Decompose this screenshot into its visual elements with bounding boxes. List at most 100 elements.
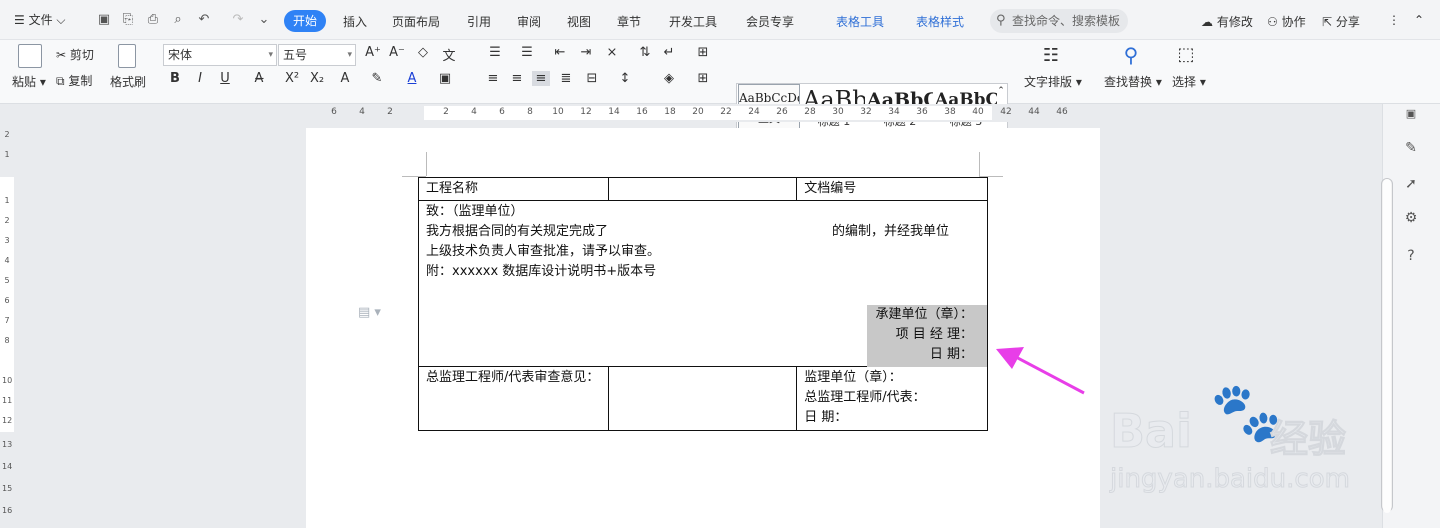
redo-icon[interactable]: ↷ <box>230 12 246 28</box>
vertical-scrollbar[interactable] <box>1381 178 1393 513</box>
shading-icon[interactable]: ◈ <box>660 71 678 86</box>
format-painter-button[interactable]: 格式刷 <box>110 73 146 90</box>
find-replace-button[interactable]: 查找替换 ▾ <box>1104 73 1162 90</box>
subscript-icon[interactable]: X₂ <box>308 71 326 86</box>
bold-icon[interactable]: B <box>166 71 184 86</box>
underline-icon[interactable]: U <box>216 71 234 86</box>
pen-icon[interactable]: ✎ <box>1401 138 1421 158</box>
attachment-line: 附：xxxxxx 数据库设计说明书+版本号 <box>426 264 657 279</box>
document-table[interactable]: 工程名称 文档编号 致：（监理单位） 我方根据合同的有关规定完成了 的编制，并经… <box>418 177 988 431</box>
chief-supervisor-label: 总监理工程师/代表： <box>804 390 926 405</box>
undo-icon[interactable]: ↶ <box>196 12 212 28</box>
copy-icon: ⧉ <box>56 74 65 88</box>
baidu-jingyan-watermark: Bai 🐾 经验 jingyan.baidu.com <box>1110 378 1351 495</box>
submission-cell[interactable]: 致：（监理单位） 我方根据合同的有关规定完成了 的编制，并经我单位 上级技术负责… <box>418 200 988 367</box>
tab-table-style[interactable]: 表格样式 <box>916 13 964 30</box>
borders-icon[interactable]: ⊞ <box>694 71 712 86</box>
collaborate-button[interactable]: ⚇ 协作 <box>1267 13 1306 30</box>
file-menu[interactable]: ☰ 文件 ⌵ <box>14 11 66 28</box>
horizontal-ruler[interactable]: 6 4 2 2 4 6 8 10 12 14 16 18 20 22 24 26… <box>306 104 1100 122</box>
tab-home[interactable]: 开始 <box>284 10 326 32</box>
sort-icon[interactable]: ⇅ <box>636 45 654 60</box>
tab-member[interactable]: 会员专享 <box>746 13 794 30</box>
align-left-icon[interactable]: ≡ <box>484 71 502 86</box>
superscript-icon[interactable]: X² <box>283 71 301 86</box>
italic-icon[interactable]: I <box>191 71 209 86</box>
clear-format-icon[interactable]: ◇ <box>414 45 432 60</box>
collapse-ribbon-icon[interactable]: ⌃ <box>1414 13 1424 27</box>
paste-icon[interactable] <box>18 44 42 68</box>
contractor-seal-label: 承建单位（章）： <box>875 307 973 322</box>
copy-button[interactable]: ⧉ 复制 <box>56 72 92 89</box>
font-size-select[interactable]: 五号 ▾ <box>278 44 356 66</box>
cut-button[interactable]: ✂ 剪切 <box>56 46 94 63</box>
select-button[interactable]: 选择 ▾ <box>1172 73 1206 90</box>
align-center-icon[interactable]: ≡ <box>508 71 526 86</box>
select-icon[interactable]: ⬚ <box>1175 44 1197 65</box>
table-row: 工程名称 文档编号 <box>418 177 988 201</box>
signature-block[interactable]: 承建单位（章）： 项 目 经 理： 日 期： <box>867 305 987 367</box>
panel-toggle-icon[interactable]: ▣ <box>1401 104 1421 124</box>
numbering-icon[interactable]: ☰ <box>518 45 536 60</box>
find-replace-icon[interactable]: ⚲ <box>1118 43 1144 67</box>
help-icon[interactable]: ? <box>1401 246 1421 266</box>
search-icon: ⚲ <box>996 13 1006 28</box>
tab-page-layout[interactable]: 页面布局 <box>392 13 440 30</box>
tab-insert[interactable]: 插入 <box>343 13 367 30</box>
strikethrough-icon[interactable]: A̶ <box>250 71 268 86</box>
decrease-indent-icon[interactable]: ⇤ <box>551 45 569 60</box>
print-icon[interactable]: ⎙ <box>145 12 161 28</box>
date-label: 日 期： <box>929 347 973 362</box>
tab-references[interactable]: 引用 <box>467 13 491 30</box>
chinese-layout-icon[interactable]: ⨯ <box>603 45 621 60</box>
distribute-icon[interactable]: ⊟ <box>583 71 601 86</box>
supervisor-sign-cell[interactable]: 监理单位（章）： 总监理工程师/代表： 日 期： <box>796 366 988 431</box>
font-name-select[interactable]: 宋体 ▾ <box>163 44 277 66</box>
styles-scroll-icon[interactable]: ⌃ <box>995 86 1007 96</box>
char-border-icon[interactable]: ▣ <box>436 71 454 86</box>
document-page[interactable]: 工程名称 文档编号 致：（监理单位） 我方根据合同的有关规定完成了 的编制，并经… <box>306 128 1100 528</box>
shrink-font-icon[interactable]: A⁻ <box>388 45 406 60</box>
cursor-icon[interactable]: ➚ <box>1401 174 1421 194</box>
settings-sliders-icon[interactable]: ⚙ <box>1401 208 1421 228</box>
format-painter-icon[interactable] <box>118 44 136 68</box>
chief-supervisor-opinion-value[interactable] <box>607 366 798 431</box>
line-spacing-icon[interactable]: ↕ <box>616 71 634 86</box>
tab-section[interactable]: 章节 <box>617 13 641 30</box>
chief-supervisor-opinion-label[interactable]: 总监理工程师/代表审查意见： <box>418 366 609 431</box>
grow-font-icon[interactable]: A⁺ <box>364 45 382 60</box>
doc-number-label[interactable]: 文档编号 <box>796 177 988 201</box>
show-marks-icon[interactable]: ↵ <box>660 45 678 60</box>
project-name-label[interactable]: 工程名称 <box>418 177 609 201</box>
table-row: 致：（监理单位） 我方根据合同的有关规定完成了 的编制，并经我单位 上级技术负责… <box>418 200 988 367</box>
command-search[interactable]: ⚲ 查找命令、搜索模板 <box>990 9 1128 33</box>
increase-indent-icon[interactable]: ⇥ <box>577 45 595 60</box>
font-color-icon[interactable]: A <box>403 71 421 86</box>
quick-access-more-icon[interactable]: ⌄ <box>256 12 272 28</box>
text-effect-icon[interactable]: A <box>336 71 354 86</box>
print-preview-icon[interactable]: ⌕ <box>170 12 186 28</box>
save-icon[interactable]: ▣ <box>96 12 112 28</box>
share-button[interactable]: ⇱ 分享 <box>1322 13 1360 30</box>
more-icon[interactable]: ⋮ <box>1388 13 1400 27</box>
justify-icon[interactable]: ≣ <box>557 71 575 86</box>
output-icon[interactable]: ⎘ <box>120 12 136 28</box>
tab-review[interactable]: 审阅 <box>517 13 541 30</box>
phonetic-icon[interactable]: 文 <box>440 45 458 64</box>
menu-bar: ☰ 文件 ⌵ ▣ ⎘ ⎙ ⌕ ↶ ↷ ⌄ 开始 插入 页面布局 引用 审阅 视图… <box>0 0 1440 40</box>
paste-button[interactable]: 粘贴 ▾ <box>12 73 46 90</box>
tab-developer[interactable]: 开发工具 <box>669 13 717 30</box>
project-name-value[interactable] <box>607 177 798 201</box>
text-layout-icon[interactable]: ☷ <box>1040 45 1062 66</box>
bullets-icon[interactable]: ☰ <box>486 45 504 60</box>
highlight-icon[interactable]: ✎ <box>368 71 386 86</box>
text-layout-button[interactable]: 文字排版 ▾ <box>1024 73 1082 90</box>
align-right-icon[interactable]: ≡ <box>532 71 550 86</box>
body-line-1: 我方根据合同的有关规定完成了 的编制，并经我单位 <box>426 224 950 239</box>
has-changes-button[interactable]: ☁ 有修改 <box>1201 13 1253 30</box>
tab-table-tools[interactable]: 表格工具 <box>836 13 884 30</box>
vertical-ruler[interactable]: 2 1 1 2 3 4 5 6 7 8 10 11 12 13 14 15 16 <box>0 112 14 528</box>
paragraph-layout-icon[interactable]: ▤ ▾ <box>358 305 381 320</box>
tab-view[interactable]: 视图 <box>567 13 591 30</box>
table-grid-icon[interactable]: ⊞ <box>694 45 712 60</box>
